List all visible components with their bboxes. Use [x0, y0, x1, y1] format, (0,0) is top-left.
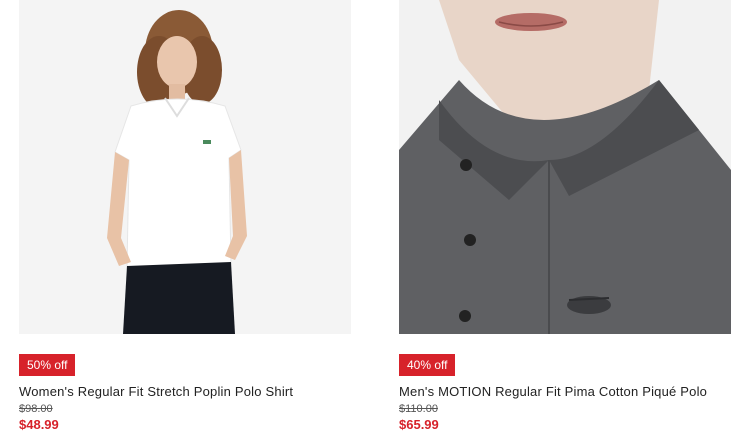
discount-badge: 50% off [19, 354, 76, 376]
product-image[interactable] [399, 0, 731, 334]
original-price: $98.00 [19, 403, 53, 415]
product-title[interactable]: Women's Regular Fit Stretch Poplin Polo … [19, 384, 293, 399]
sale-price: $48.99 [19, 417, 59, 432]
product-image[interactable] [19, 0, 351, 334]
original-price: $110.00 [399, 403, 438, 415]
product-card[interactable]: 40% off Men's MOTION Regular Fit Pima Co… [399, 0, 731, 434]
product-title[interactable]: Men's MOTION Regular Fit Pima Cotton Piq… [399, 384, 707, 399]
sale-price: $65.99 [399, 417, 439, 432]
product-card[interactable]: 50% off Women's Regular Fit Stretch Popl… [19, 0, 351, 434]
white-polo-photo [19, 0, 351, 334]
discount-badge: 40% off [399, 354, 456, 376]
grey-polo-photo [399, 0, 731, 334]
